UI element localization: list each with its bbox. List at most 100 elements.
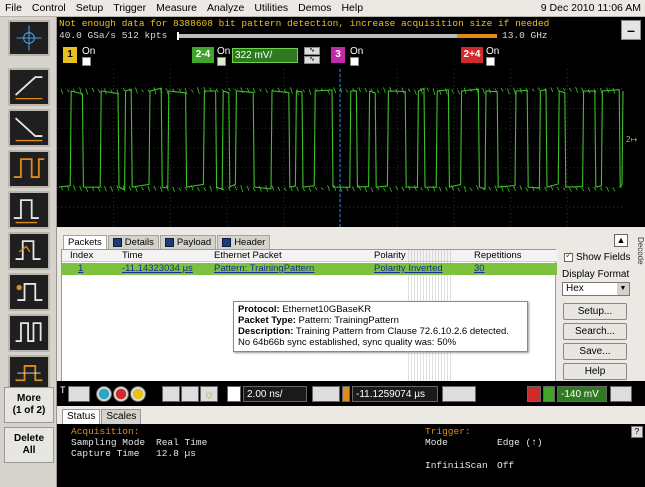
tab-packets[interactable]: Packets [63,235,107,249]
tooltip-note: No 64b66b sync established, sync quality… [238,337,457,348]
run-button[interactable] [96,386,112,402]
waveform-noise [569,187,572,192]
menu-help[interactable]: Help [336,2,368,14]
stop-button[interactable] [113,386,129,402]
menu-control[interactable]: Control [27,2,71,14]
waveform-noise [606,186,609,192]
pattern-trigger-button[interactable] [8,314,50,352]
cell-index[interactable]: 1 [78,263,83,275]
autoscale-button[interactable] [8,20,50,56]
column-polarity[interactable]: Polarity [374,250,406,261]
timeout-trigger-button[interactable] [8,273,50,311]
runt-trigger-button[interactable] [8,232,50,270]
search-button[interactable]: Search... [563,323,627,340]
trigger-level-value[interactable]: -140 mV [557,386,607,402]
channel-2-4-on-label: On [217,46,231,57]
show-fields-checkbox[interactable] [564,250,573,262]
channel-2-plus-4-button[interactable]: 2+4 [461,47,483,63]
column-time[interactable]: Time [122,250,143,261]
waveform-noise [240,87,244,94]
channel-2-plus-4-checkbox[interactable] [486,57,495,66]
display-button[interactable] [162,386,180,402]
pattern-icon [15,322,42,342]
save-button[interactable]: Save... [563,343,627,360]
cell-ethernet-packet[interactable]: Pattern: TrainingPattern [214,263,314,275]
menu-demos[interactable]: Demos [293,2,336,14]
minimize-button[interactable]: – [621,20,641,40]
column-repetitions[interactable]: Repetitions [474,250,522,261]
delete-all-button[interactable]: Delete All [4,427,54,463]
waveform-noise [476,184,479,191]
print-button[interactable] [181,386,199,402]
delay-value[interactable]: -11.1259074 µs [352,386,438,402]
channel-3-checkbox[interactable] [350,57,359,66]
single-button[interactable] [130,386,146,402]
tab-payload[interactable]: Payload [159,235,217,249]
tab-details[interactable]: Details [107,235,159,249]
vertical-scale-stepper[interactable] [68,386,90,402]
channel-3-button[interactable]: 3 [331,47,345,63]
packet-table: Index Time Ethernet Packet Polarity Repe… [61,249,557,390]
waveform-noise [389,187,392,192]
show-fields-toggle[interactable]: Show Fields [564,250,630,263]
waveform-noise [457,187,461,192]
cell-polarity[interactable]: Polarity Inverted [374,263,443,275]
waveform-noise [314,186,318,191]
pulse-width-trigger-button[interactable] [8,150,50,188]
waveform-noise [128,186,132,191]
glitch-trigger-button[interactable] [8,191,50,229]
channel-2-4-wave-icon[interactable]: ∿ [304,47,320,55]
display-format-select[interactable]: Hex ▼ [562,282,630,296]
waveform-display[interactable] [57,69,624,227]
waveform-noise [290,87,293,94]
tab-header[interactable]: Header [217,235,271,249]
waveform-noise [246,87,250,92]
channel-2-4-button[interactable]: 2-4 [192,47,214,63]
setup-button[interactable]: Setup... [563,303,627,320]
column-index[interactable]: Index [70,250,93,261]
delay-stepper[interactable] [442,386,476,402]
menu-measure[interactable]: Measure [151,2,202,14]
waveform-noise [345,187,349,192]
channel-2-4-scale[interactable]: 322 mV/ [232,48,298,63]
trigger-channel-button[interactable] [543,386,555,402]
waveform-noise [190,89,194,93]
rising-edge-trigger-button[interactable] [8,68,50,106]
menu-analyze[interactable]: Analyze [202,2,249,14]
waveform-noise [302,89,306,93]
menu-file[interactable]: File [0,2,27,14]
timeout-icon [16,283,43,301]
trigger-source-button[interactable] [527,386,541,402]
brightness-button[interactable]: ☼ [200,386,218,402]
column-ethernet-packet[interactable]: Ethernet Packet [214,250,282,261]
menu-setup[interactable]: Setup [71,2,108,14]
channel-2-4-checkbox[interactable] [217,57,226,66]
horizontal-button[interactable] [227,386,241,402]
more-button[interactable]: More (1 of 2) [4,387,54,423]
timebase-value[interactable]: 2.00 ns/ [243,386,307,402]
timebase-knob[interactable] [312,386,340,402]
falling-edge-icon [14,117,43,142]
menu-trigger[interactable]: Trigger [108,2,151,14]
channel-1-button[interactable]: 1 [63,47,77,63]
waveform-noise [556,186,560,191]
tab-scales[interactable]: Scales [101,409,142,424]
cell-time[interactable]: -11.14323034 µs [122,263,193,275]
waveform-noise [370,187,374,193]
trigger-level-stepper[interactable] [610,386,632,402]
waveform-noise [283,187,287,192]
sampling-mode-value: Real Time [156,437,208,448]
expand-icon[interactable]: ▲ [614,234,628,247]
channel-1-checkbox[interactable] [82,57,91,66]
channel-2-4-coupling-icon[interactable]: ∿ [304,56,320,64]
menu-utilities[interactable]: Utilities [249,2,293,14]
cell-repetitions[interactable]: 30 [474,263,485,275]
help-icon[interactable]: ? [631,426,643,438]
waveform-noise [60,89,64,94]
waveform-noise [209,185,213,192]
tab-status[interactable]: Status [62,409,101,424]
help-button[interactable]: Help [563,363,627,380]
falling-edge-trigger-button[interactable] [8,109,50,147]
decode-side-label[interactable]: Decode [633,237,645,297]
waveform-noise [401,87,405,94]
